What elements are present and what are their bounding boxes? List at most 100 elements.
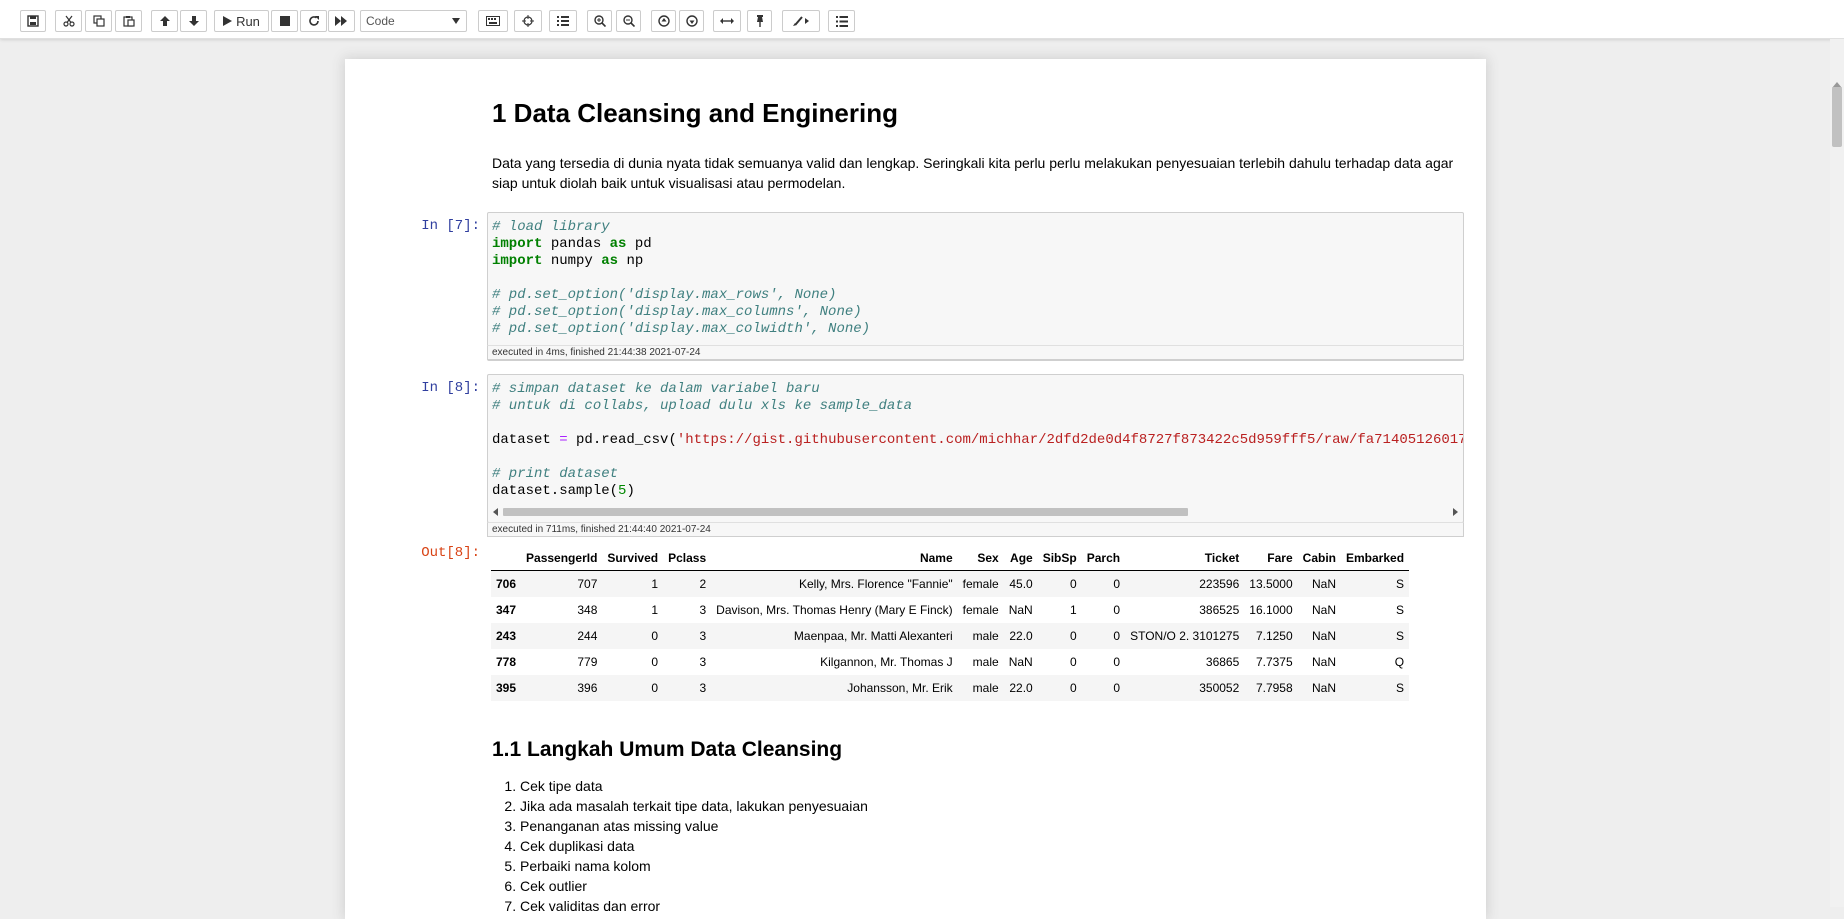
command-palette-button[interactable] [478,10,508,32]
numbered-list-button[interactable] [549,10,577,32]
cell-type-select[interactable]: Code [360,10,467,32]
save-button[interactable] [20,10,46,32]
code-line: import pandas as pd [492,236,652,252]
column-header: Name [711,545,958,571]
list-item: Penanganan atas missing value [520,816,868,836]
zoom-in-button[interactable] [587,10,612,32]
table-cell: 3 [663,675,712,701]
move-up-button[interactable] [151,10,178,32]
paste-button[interactable] [115,10,142,32]
table-row: 347 348 1 3 Davison, Mrs. Thomas Henry (… [491,597,1409,623]
code-comment: # pd.set_option('display.max_colwidth', … [492,321,871,337]
code-cell-load-library[interactable]: # load library import pandas as pd impor… [487,212,1464,361]
column-header: Ticket [1125,545,1245,571]
table-cell: 2 [663,570,712,597]
table-cell: NaN [1311,603,1336,617]
intro-paragraph: Data yang tersedia di dunia nyata tidak … [492,155,1454,191]
code-comment: # print dataset [492,466,619,482]
fast-forward-icon [335,16,347,26]
cut-icon [62,15,75,27]
table-cell: male [972,655,999,669]
move-down-button[interactable] [180,10,207,32]
cut-button[interactable] [55,10,82,32]
scroll-down-button[interactable] [679,10,704,32]
code-horizontal-scrollbar[interactable] [491,506,1460,518]
execution-time: executed in 4ms, finished 21:44:38 2021-… [487,345,1464,360]
chevron-down-icon [452,18,460,24]
table-cell: male [957,623,1004,649]
table-cell: 386525 [1199,603,1240,617]
page-scrollbar[interactable] [1830,39,1844,907]
table-cell: 244 [521,623,603,649]
code-comment: # pd.set_option('display.max_columns', N… [492,304,862,320]
table-cell: 350052 [1125,675,1245,701]
interrupt-button[interactable] [271,10,298,32]
code-comment: # load library [492,219,610,235]
scroll-left-arrow-icon[interactable] [493,508,498,516]
arrow-circle-down-icon [685,15,698,27]
table-cell: NaN [1008,603,1033,617]
copy-button[interactable] [85,10,112,32]
table-cell: 0 [602,623,664,649]
steps-list: Cek tipe data Jika ada masalah terkait t… [492,776,868,916]
scroll-right-arrow-icon[interactable] [1453,508,1458,516]
table-cell: NaN [1008,655,1033,669]
run-label: Run [236,13,260,29]
table-cell: STON/O 2. 3101275 [1125,623,1245,649]
widen-button[interactable] [713,10,741,32]
input-prompt: In [8]: [421,380,480,396]
code-line: dataset.sample(5) [492,483,635,499]
row-index: 395 [491,675,522,701]
list-icon [835,15,848,27]
list-item: Cek outlier [520,876,868,896]
column-header: Age [1003,545,1038,571]
table-cell: 45.0 [1003,570,1038,597]
row-index: 706 [491,570,522,597]
crosshair-button[interactable] [514,10,542,32]
zoom-out-button[interactable] [616,10,641,32]
column-header: PassengerId [521,545,603,571]
code-line: import numpy as np [492,253,644,269]
table-cell: 13.5000 [1244,570,1298,597]
table-cell: 0 [1037,623,1082,649]
table-row: 243 244 0 3 Maenpaa, Mr. Matti Alexanter… [491,623,1410,649]
page-scrollbar-thumb[interactable] [1832,87,1842,147]
pin-icon [756,15,763,27]
list-item: Cek validitas dan error [520,896,868,916]
move-down-icon [188,16,199,26]
table-cell: 0 [1037,570,1082,597]
table-cell: 36865 [1205,655,1240,669]
table-cell: female [962,603,999,617]
table-cell: 3 [663,623,712,649]
code-comment: # untuk di collabs, upload dulu xls ke s… [492,398,913,414]
restart-button[interactable] [300,10,327,32]
horizontal-scrollbar-thumb[interactable] [503,508,1188,516]
input-prompt: In [7]: [421,218,480,234]
toc-button[interactable] [828,10,855,32]
row-index: 778 [496,655,517,669]
paintbrush-icon [793,16,809,26]
table-cell: NaN [1297,623,1341,649]
table-cell: 16.1000 [1249,603,1293,617]
table-cell: S [1396,603,1405,617]
arrow-circle-up-icon [657,15,670,27]
zoom-in-icon [593,15,606,27]
table-cell: NaN [1311,655,1336,669]
table-cell: 779 [577,655,598,669]
run-icon [223,16,233,26]
dataframe-table: PassengerId Survived Pclass Name Sex Age… [491,545,1410,701]
code-cell-load-dataset[interactable]: # simpan dataset ke dalam variabel baru … [487,374,1464,523]
pin-button[interactable] [747,10,772,32]
restart-run-all-button[interactable] [328,10,355,32]
scroll-up-button[interactable] [651,10,676,32]
execution-time: executed in 711ms, finished 21:44:40 202… [487,522,1464,537]
table-cell: Kelly, Mrs. Florence "Fannie" [711,570,958,597]
table-row: 778 779 0 3 Kilgannon, Mr. Thomas J male… [491,649,1409,675]
table-cell: 1 [602,570,664,597]
run-button[interactable]: Run [214,10,269,32]
format-button[interactable] [782,10,820,32]
table-header-row: PassengerId Survived Pclass Name Sex Age… [491,545,1410,571]
column-header: Parch [1081,545,1126,571]
table-cell: 1 [1070,603,1077,617]
